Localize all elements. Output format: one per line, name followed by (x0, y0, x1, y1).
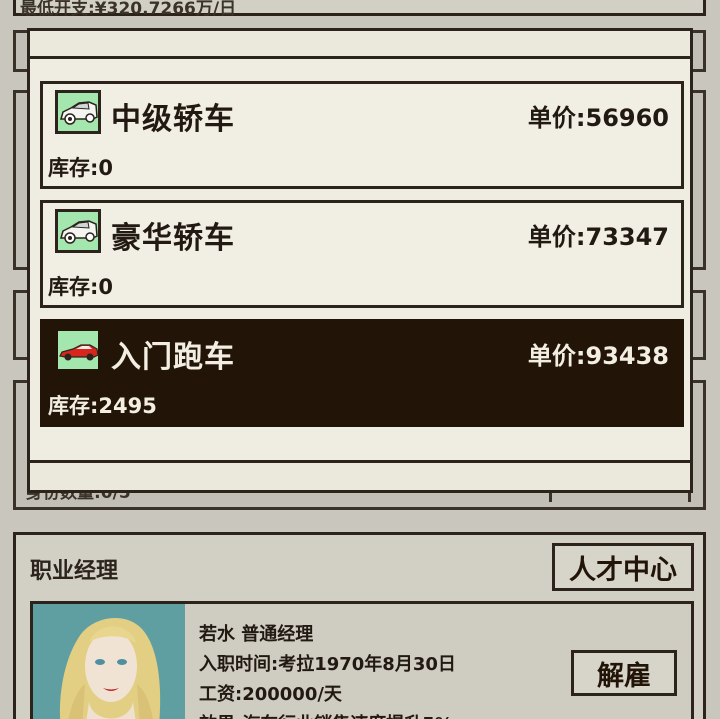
car-price: 单价:56960 (527, 104, 669, 132)
manager-section: 职业经理 人才中心 若水 普通经理 入职时间:考拉1970年8月30日 工资:2… (13, 532, 706, 719)
car-select-modal: 中级轿车 单价:56960 库存:0 豪华轿车 单价:73347 库存:0 入门… (27, 28, 693, 493)
manager-salary: 工资:200000/天 (199, 684, 342, 705)
car-stock: 库存:0 (48, 275, 114, 299)
car-stock: 库存:2495 (48, 394, 157, 418)
modal-header (30, 31, 690, 59)
sedan-car-icon (55, 90, 101, 134)
talent-center-button[interactable]: 人才中心 (552, 543, 694, 591)
car-name: 中级轿车 (111, 102, 235, 137)
car-price: 单价:73347 (527, 223, 669, 251)
manager-name: 若水 普通经理 (199, 624, 314, 645)
car-stock: 库存:0 (48, 156, 114, 180)
daily-cost-text: 最低开支:¥320.7266万/日 (20, 0, 237, 19)
fire-button[interactable]: 解雇 (571, 650, 677, 696)
manager-effect: 效果:汽车行业销售速度提升5% (199, 710, 453, 719)
car-price: 单价:93438 (527, 342, 669, 370)
car-name: 入门跑车 (111, 340, 235, 375)
car-item-entry-sports-car[interactable]: 入门跑车 单价:93438 库存:2495 (40, 319, 684, 427)
modal-footer (30, 460, 690, 490)
section-title: 职业经理 (30, 559, 119, 584)
car-name: 豪华轿车 (111, 221, 235, 256)
manager-hire-date: 入职时间:考拉1970年8月30日 (199, 654, 456, 675)
manager-portrait (33, 604, 185, 719)
car-item-mid-sedan[interactable]: 中级轿车 单价:56960 库存:0 (40, 81, 684, 189)
manager-card: 若水 普通经理 入职时间:考拉1970年8月30日 工资:200000/天 效果… (30, 601, 694, 719)
sports-car-icon (55, 328, 101, 372)
sedan-car-icon (55, 209, 101, 253)
car-item-luxury-sedan[interactable]: 豪华轿车 单价:73347 库存:0 (40, 200, 684, 308)
